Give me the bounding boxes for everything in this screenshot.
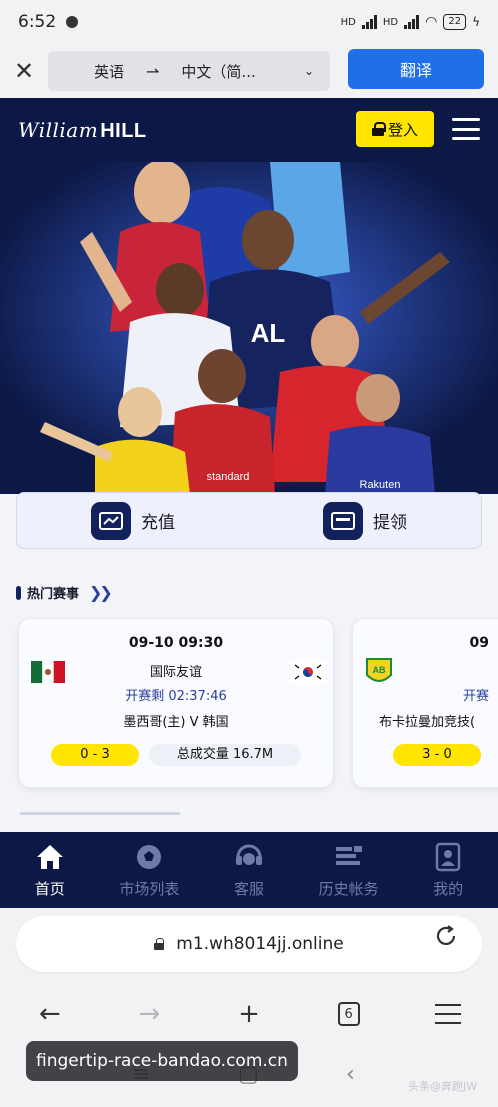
- tab-home[interactable]: 首页: [0, 832, 100, 908]
- watermark-label: fingertip-race-bandao.com.cn: [26, 1041, 298, 1081]
- match-time: 09-10 09:30: [128, 635, 224, 651]
- site-header: William HILL 登入: [0, 98, 498, 162]
- hero-banner[interactable]: AL standard Rakuten: [0, 162, 498, 494]
- close-icon[interactable]: ✕: [0, 47, 48, 95]
- browser-menu-icon[interactable]: [398, 990, 498, 1038]
- match-countdown: 开赛剩 02:37:46: [125, 689, 227, 704]
- logo-bold: HILL: [100, 119, 147, 142]
- atletico-bucaramanga-crest-icon: AB: [366, 658, 392, 682]
- hot-matches-title: 热门赛事: [27, 587, 80, 602]
- chevron-down-icon[interactable]: ⌄: [304, 64, 314, 78]
- signal-icon: [361, 15, 377, 29]
- tab-label: 首页: [34, 879, 65, 898]
- william-hill-logo[interactable]: William HILL: [18, 118, 147, 143]
- history-icon: [333, 842, 365, 872]
- logo-script: William: [18, 117, 99, 142]
- match-score: 3 - 0: [393, 744, 481, 766]
- match-score: 0 - 3: [51, 744, 139, 766]
- match-card[interactable]: 09-10 09:30 国际友谊 开赛剩 02:37:46 墨西哥(主) V 韩…: [18, 618, 334, 788]
- horizontal-scroll-indicator: [20, 812, 180, 815]
- bottom-tab-bar: 首页 市场列表 客服 历史帐务 我的: [0, 832, 498, 908]
- battery-icon: 22: [443, 14, 467, 30]
- back-arrow-icon[interactable]: ←: [0, 990, 100, 1038]
- tab-label: 我的: [433, 879, 464, 898]
- lock-icon: [371, 122, 386, 136]
- svg-text:Rakuten: Rakuten: [360, 479, 401, 491]
- translate-button[interactable]: 翻译: [348, 49, 484, 89]
- match-teams: 布卡拉曼加竞技(: [379, 715, 476, 730]
- signal-icon-2: [404, 15, 420, 29]
- status-bar: 6:52 HD HD ◠ 22 ϟ: [0, 0, 498, 44]
- match-card[interactable]: 09 AB 开赛 布卡拉曼加竞技( 3 - 0: [352, 618, 498, 788]
- back-chevron-icon[interactable]: ‹: [346, 1062, 355, 1087]
- tab-count: 6: [337, 1002, 360, 1026]
- corner-watermark: 头条@奔跑JW: [408, 1080, 478, 1093]
- tab-support[interactable]: 客服: [199, 832, 299, 908]
- url-text[interactable]: m1.wh8014jj.online: [176, 934, 343, 954]
- section-marker: [16, 585, 21, 600]
- tab-markets[interactable]: 市场列表: [100, 832, 200, 908]
- url-bar[interactable]: m1.wh8014jj.online: [16, 916, 482, 972]
- forward-arrow-icon[interactable]: →: [100, 990, 200, 1038]
- wallet-actions-card: 充值 提领: [16, 492, 482, 549]
- tab-label: 市场列表: [119, 879, 180, 898]
- match-teams: 墨西哥(主) V 韩国: [123, 715, 229, 730]
- deposit-button[interactable]: 充值: [91, 501, 175, 540]
- tab-label: 客服: [233, 879, 264, 898]
- swap-arrow-icon[interactable]: ⇀: [146, 62, 159, 81]
- status-indicators: HD HD ◠ 22 ϟ: [341, 14, 480, 30]
- tabs-button[interactable]: 6: [299, 990, 399, 1038]
- mexico-flag-icon: [31, 661, 65, 683]
- browser-address-area: m1.wh8014jj.online: [0, 908, 498, 990]
- home-icon: [34, 842, 66, 872]
- double-chevron-right-icon[interactable]: ❯❯: [89, 583, 113, 602]
- tab-label: 历史帐务: [318, 879, 379, 898]
- status-time: 6:52: [18, 12, 57, 32]
- reload-icon[interactable]: [434, 924, 458, 948]
- wifi-icon: ◠: [425, 14, 438, 30]
- soccer-ball-icon: [133, 842, 165, 872]
- svg-text:AL: AL: [251, 318, 286, 348]
- svg-text:standard: standard: [207, 471, 250, 483]
- target-language[interactable]: 中文（简...: [181, 61, 255, 82]
- football-players-illustration: AL standard Rakuten: [0, 162, 498, 494]
- deposit-icon: [91, 501, 131, 540]
- browser-nav-bar: ← → + 6: [0, 990, 498, 1038]
- match-time: 09: [469, 635, 489, 651]
- login-button[interactable]: 登入: [356, 111, 434, 147]
- source-language[interactable]: 英语: [94, 61, 124, 82]
- profile-icon: [432, 842, 464, 872]
- new-tab-plus-icon[interactable]: +: [199, 990, 299, 1038]
- menu-icon[interactable]: [452, 118, 480, 140]
- hot-matches-header[interactable]: 热门赛事 ❯❯: [16, 583, 113, 602]
- padlock-icon: [154, 938, 165, 950]
- tab-history[interactable]: 历史帐务: [299, 832, 399, 908]
- svg-text:AB: AB: [373, 665, 386, 675]
- match-league: 国际友谊: [149, 665, 202, 680]
- login-label: 登入: [387, 120, 418, 139]
- notification-icon: [66, 16, 79, 28]
- match-volume: 总成交量 16.7M: [149, 744, 301, 766]
- language-selector[interactable]: 英语 ⇀ 中文（简... ⌄: [48, 51, 330, 91]
- korea-flag-icon: [291, 661, 325, 683]
- network-label-1: HD: [340, 16, 356, 28]
- deposit-label: 充值: [141, 513, 175, 533]
- network-label-2: HD: [382, 16, 399, 28]
- withdraw-button[interactable]: 提领: [323, 501, 407, 540]
- chat-headset-icon: [233, 842, 265, 872]
- translate-bar: ✕ 英语 ⇀ 中文（简... ⌄ 翻译: [0, 44, 498, 98]
- charging-icon: ϟ: [472, 15, 480, 29]
- withdraw-label: 提领: [373, 513, 407, 533]
- match-countdown: 开赛: [462, 689, 489, 704]
- withdraw-icon: [323, 501, 363, 540]
- tab-profile[interactable]: 我的: [398, 832, 498, 908]
